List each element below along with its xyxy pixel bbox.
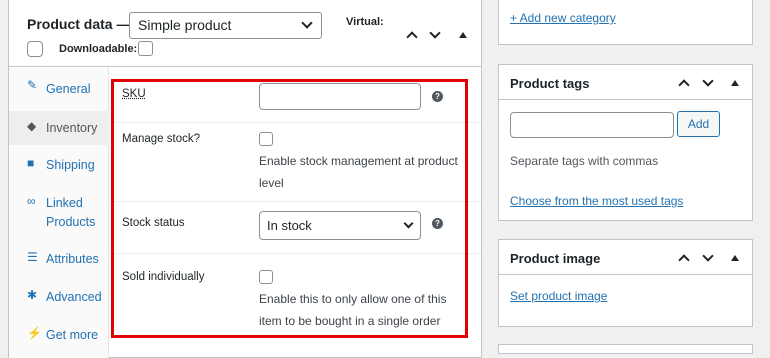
sold-individually-desc-line1: Enable this to only allow one of this <box>259 292 447 306</box>
manage-stock-desc-line1: Enable stock management at product <box>259 154 458 168</box>
tag-icon: ◆ <box>27 119 37 133</box>
divider <box>499 99 752 100</box>
sold-individually-label: Sold individually <box>122 271 205 283</box>
tab-attributes-label: Attributes <box>46 252 99 266</box>
tab-shipping-label: Shipping <box>46 158 95 172</box>
list-icon: ☰ <box>27 250 38 264</box>
wrench-icon: ✎ <box>27 78 38 92</box>
inventory-options: SKU ? Manage stock? Enable stock managem… <box>110 68 481 358</box>
downloadable-label: Downloadable: <box>59 43 138 55</box>
triangle-up-icon <box>731 255 739 261</box>
triangle-up-icon <box>731 80 739 86</box>
product-data-panel: Product data — Simple product Virtual: D… <box>8 0 482 358</box>
sku-label: SKU <box>122 88 146 100</box>
tab-advanced-label: Advanced <box>46 290 102 304</box>
move-down-button[interactable] <box>701 75 715 90</box>
sold-individually-description: Enable this to only allow one of this it… <box>259 288 446 332</box>
help-icon[interactable]: ? <box>432 91 443 102</box>
move-down-button[interactable] <box>701 250 715 265</box>
tab-general-label: General <box>46 82 91 96</box>
stock-status-value: In stock <box>267 218 312 233</box>
product-type-value: Simple product <box>138 17 232 33</box>
move-up-button[interactable] <box>677 251 691 266</box>
choose-most-used-tags-link[interactable]: Choose from the most used tags <box>510 194 683 208</box>
truck-icon: ■ <box>27 156 35 170</box>
tab-shipping[interactable]: ■ Shipping <box>9 148 109 182</box>
next-panel <box>498 344 753 354</box>
plug-icon: ⚡ <box>27 326 42 340</box>
divider <box>499 274 752 275</box>
toggle-panel-button[interactable] <box>728 251 742 265</box>
virtual-label: Virtual: <box>346 16 384 28</box>
chevron-down-icon <box>702 250 714 262</box>
chevron-down-icon <box>403 218 414 229</box>
product-image-title: Product image <box>510 251 601 266</box>
manage-stock-label: Manage stock? <box>122 133 200 145</box>
virtual-checkbox[interactable] <box>27 41 43 57</box>
chevron-down-icon <box>301 17 313 29</box>
sku-input[interactable] <box>259 83 421 110</box>
divider <box>110 122 481 123</box>
product-type-select[interactable]: Simple product <box>129 12 322 39</box>
tab-general[interactable]: ✎ General <box>9 76 109 110</box>
toggle-panel-button[interactable] <box>728 76 742 90</box>
product-tags-panel: Product tags Add Separate tags with comm… <box>498 64 753 221</box>
chevron-up-icon <box>678 79 690 91</box>
stock-status-label: Stock status <box>122 217 185 229</box>
product-data-header: Product data — Simple product Virtual: D… <box>9 0 481 67</box>
tab-attributes[interactable]: ☰ Attributes <box>9 242 109 276</box>
chevron-down-icon <box>702 75 714 87</box>
move-down-button[interactable] <box>428 27 442 42</box>
chevron-up-icon <box>406 31 418 43</box>
tab-inventory[interactable]: ◆ Inventory <box>9 111 109 145</box>
manage-stock-checkbox[interactable] <box>259 132 273 146</box>
manage-stock-description: Enable stock management at product level <box>259 150 458 194</box>
set-product-image-link[interactable]: Set product image <box>510 289 607 303</box>
tab-linked-products-label: Linked Products <box>46 196 96 229</box>
chevron-up-icon <box>678 254 690 266</box>
triangle-up-icon <box>459 32 467 38</box>
tab-linked-products[interactable]: ∞ Linked Products <box>9 184 109 232</box>
product-data-title: Product data — <box>27 16 131 32</box>
add-tag-button[interactable]: Add <box>677 111 720 137</box>
help-icon[interactable]: ? <box>432 218 443 229</box>
product-categories-panel: + Add new category <box>498 0 753 45</box>
chevron-down-icon <box>429 27 441 39</box>
downloadable-checkbox[interactable] <box>138 41 153 56</box>
divider <box>110 201 481 202</box>
tab-inventory-label: Inventory <box>46 121 98 135</box>
tags-hint: Separate tags with commas <box>510 154 659 168</box>
product-data-tabs: ✎ General ◆ Inventory ■ Shipping ∞ Linke… <box>9 68 109 358</box>
product-tags-title: Product tags <box>510 76 590 91</box>
divider <box>110 253 481 254</box>
move-up-button[interactable] <box>405 28 419 43</box>
link-icon: ∞ <box>27 194 36 208</box>
product-image-panel: Product image Set product image <box>498 239 753 327</box>
tab-advanced[interactable]: ✱ Advanced <box>9 280 109 314</box>
move-up-button[interactable] <box>677 76 691 91</box>
add-new-category-link[interactable]: + Add new category <box>510 11 616 25</box>
toggle-panel-button[interactable] <box>456 28 470 42</box>
sold-individually-desc-line2: item to be bought in a single order <box>259 314 441 328</box>
sold-individually-checkbox[interactable] <box>259 270 273 284</box>
stock-status-select[interactable]: In stock <box>259 211 421 240</box>
manage-stock-desc-line2: level <box>259 176 284 190</box>
gear-icon: ✱ <box>27 288 38 302</box>
tag-input[interactable] <box>510 112 674 138</box>
tab-get-more-label: Get more <box>46 328 99 342</box>
